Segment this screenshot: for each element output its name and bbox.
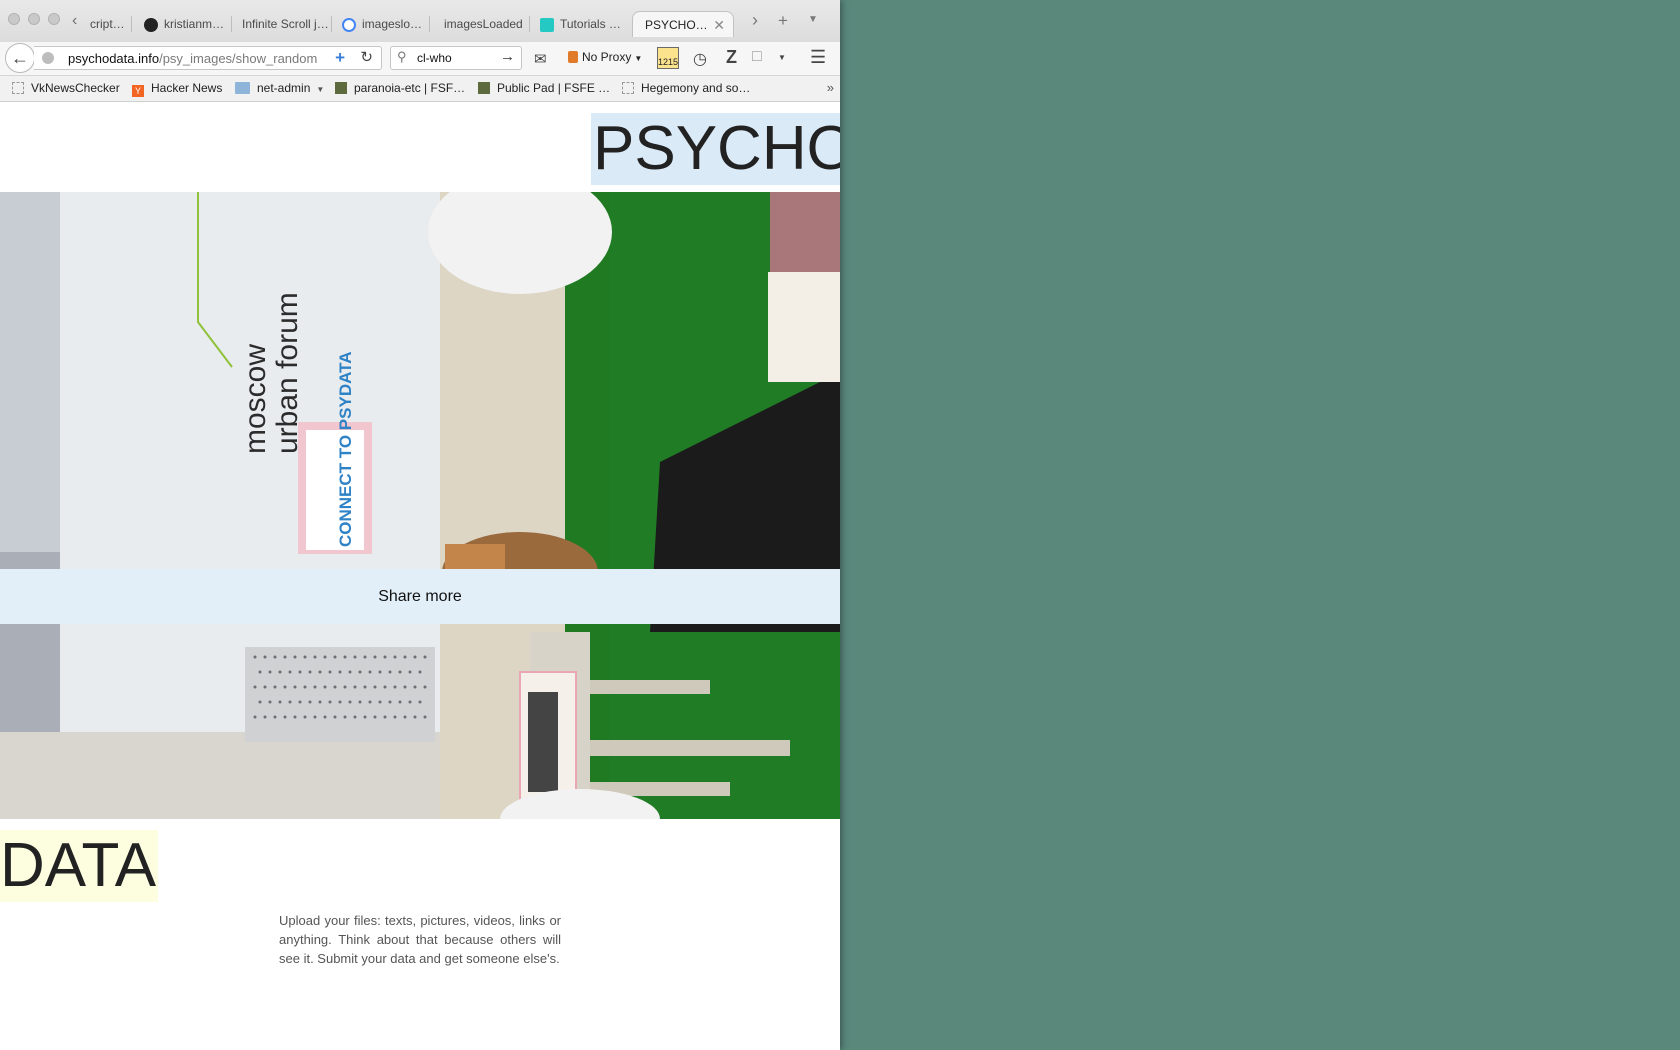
tutorials-site-icon (540, 17, 554, 32)
tab-strip: ‹ cript… kristianm… Infinite Scroll j… i… (0, 0, 840, 42)
bookmark-hacker-news[interactable]: Y Hacker News (132, 81, 222, 97)
tab-list-chevron-down-icon[interactable]: ▼ (808, 14, 818, 25)
close-tab-icon[interactable]: ✕ (713, 12, 725, 37)
tab-0[interactable]: cript… (88, 11, 132, 37)
bookmark-vknewschecker[interactable]: VkNewsChecker (12, 81, 120, 95)
add-bookmark-plus-icon[interactable]: + (335, 48, 345, 68)
tab-label: Infinite Scroll j… (242, 17, 329, 31)
placeholder-page-icon (622, 82, 634, 94)
photo-image: moscow urban forum CONNECT TO PSYDATA (0, 192, 840, 819)
proxy-label: No Proxy (582, 50, 632, 64)
search-go-arrow-icon[interactable]: → (500, 48, 515, 65)
address-bar[interactable]: psychodata.info/psy_images/show_random +… (34, 46, 382, 70)
page-icon[interactable]: □ (752, 48, 762, 66)
page-title-data: DATA (0, 830, 159, 902)
proxy-switcher[interactable]: No Proxy ▼ (568, 50, 642, 64)
tab-label: imagesLoaded (444, 17, 523, 31)
page-content: PSYCHO moscow urban forum CONNECT TO PSY… (0, 102, 840, 1050)
navigation-toolbar: ← psychodata.info/psy_images/show_random… (0, 42, 840, 76)
bookmarks-toolbar: VkNewsChecker Y Hacker News net-admin ▼ pa… (0, 76, 840, 102)
share-more-button[interactable]: Share more (0, 569, 840, 624)
bookmark-label: paranoia-etc | FSF… (354, 81, 466, 95)
sign-text-line2: urban forum (271, 292, 304, 454)
tab-5[interactable]: Tutorials … (530, 11, 630, 37)
random-photo[interactable]: moscow urban forum CONNECT TO PSYDATA Sh… (0, 192, 840, 819)
github-icon (144, 17, 158, 32)
tab-label: PSYCHO… (645, 18, 708, 32)
calendar-counter-icon[interactable]: 1215 (657, 47, 679, 69)
pad-icon (478, 82, 490, 94)
bookmarks-overflow-chevron-icon[interactable]: » (827, 80, 834, 95)
url-host: psychodata.info (68, 51, 160, 66)
proxy-icon (568, 51, 578, 63)
poster-text: CONNECT TO PSYDATA (336, 351, 355, 547)
zoom-window-button[interactable] (48, 13, 60, 25)
url-text: psychodata.info/psy_images/show_random (68, 51, 317, 66)
tab-1[interactable]: kristianm… (134, 11, 232, 37)
sign-text-line1: moscow (239, 344, 272, 454)
history-clock-icon[interactable]: ◷ (693, 49, 707, 69)
bookmark-label: Public Pad | FSFE … (497, 81, 611, 95)
url-path: /psy_images/show_random (159, 51, 318, 66)
tab-scroll-left-icon[interactable]: ‹ (72, 12, 77, 30)
tab-label: imageslo… (362, 17, 423, 31)
counter-badge: 1215 (658, 57, 679, 67)
reload-icon[interactable]: ↻ (360, 48, 373, 66)
placeholder-page-icon (12, 82, 24, 94)
upload-description: Upload your files: texts, pictures, vide… (279, 913, 561, 966)
tab-4[interactable]: imagesLoaded (430, 11, 530, 37)
mail-icon[interactable]: ✉ (534, 50, 547, 68)
hacker-news-y-icon: Y (132, 85, 144, 97)
page-menu-chevron-down-icon[interactable]: ▼ (778, 53, 786, 62)
folder-icon (235, 82, 250, 94)
bookmark-public-pad[interactable]: Public Pad | FSFE … (478, 81, 610, 95)
bookmark-label: VkNewsChecker (31, 81, 120, 95)
browser-window: ‹ cript… kristianm… Infinite Scroll j… i… (0, 0, 840, 1050)
new-tab-icon[interactable]: + (778, 11, 788, 31)
tab-label: cript… (90, 17, 125, 31)
bookmark-hegemony[interactable]: Hegemony and so… (622, 81, 750, 95)
pad-icon (335, 82, 347, 94)
back-arrow-icon[interactable]: ← (5, 43, 35, 73)
hamburger-menu-icon[interactable]: ☰ (810, 47, 826, 68)
search-input-value: cl-who (417, 51, 452, 65)
bookmark-paranoia-etc[interactable]: paranoia-etc | FSF… (335, 81, 465, 95)
close-window-button[interactable] (8, 13, 20, 25)
tab-label: Tutorials … (560, 17, 621, 31)
google-icon (342, 17, 356, 32)
bookmark-label: Hegemony and so… (641, 81, 751, 95)
zotero-z-icon[interactable]: Z (726, 47, 737, 68)
site-identity-globe-icon[interactable] (42, 52, 54, 64)
search-field[interactable]: ⚲ cl-who → (390, 46, 522, 70)
bookmark-folder-net-admin[interactable]: net-admin ▼ (235, 81, 324, 95)
bookmark-label: Hacker News (151, 81, 223, 95)
bookmark-label: net-admin (257, 81, 311, 95)
minimize-window-button[interactable] (28, 13, 40, 25)
tab-label: kristianm… (164, 17, 225, 31)
tab-6-active[interactable]: PSYCHO… ✕ (632, 11, 734, 37)
tab-3[interactable]: imageslo… (332, 11, 430, 37)
search-icon: ⚲ (397, 49, 407, 64)
page-title-psycho: PSYCHO (591, 113, 840, 185)
tab-2[interactable]: Infinite Scroll j… (232, 11, 332, 37)
tab-scroll-right-icon[interactable]: › (752, 10, 758, 31)
